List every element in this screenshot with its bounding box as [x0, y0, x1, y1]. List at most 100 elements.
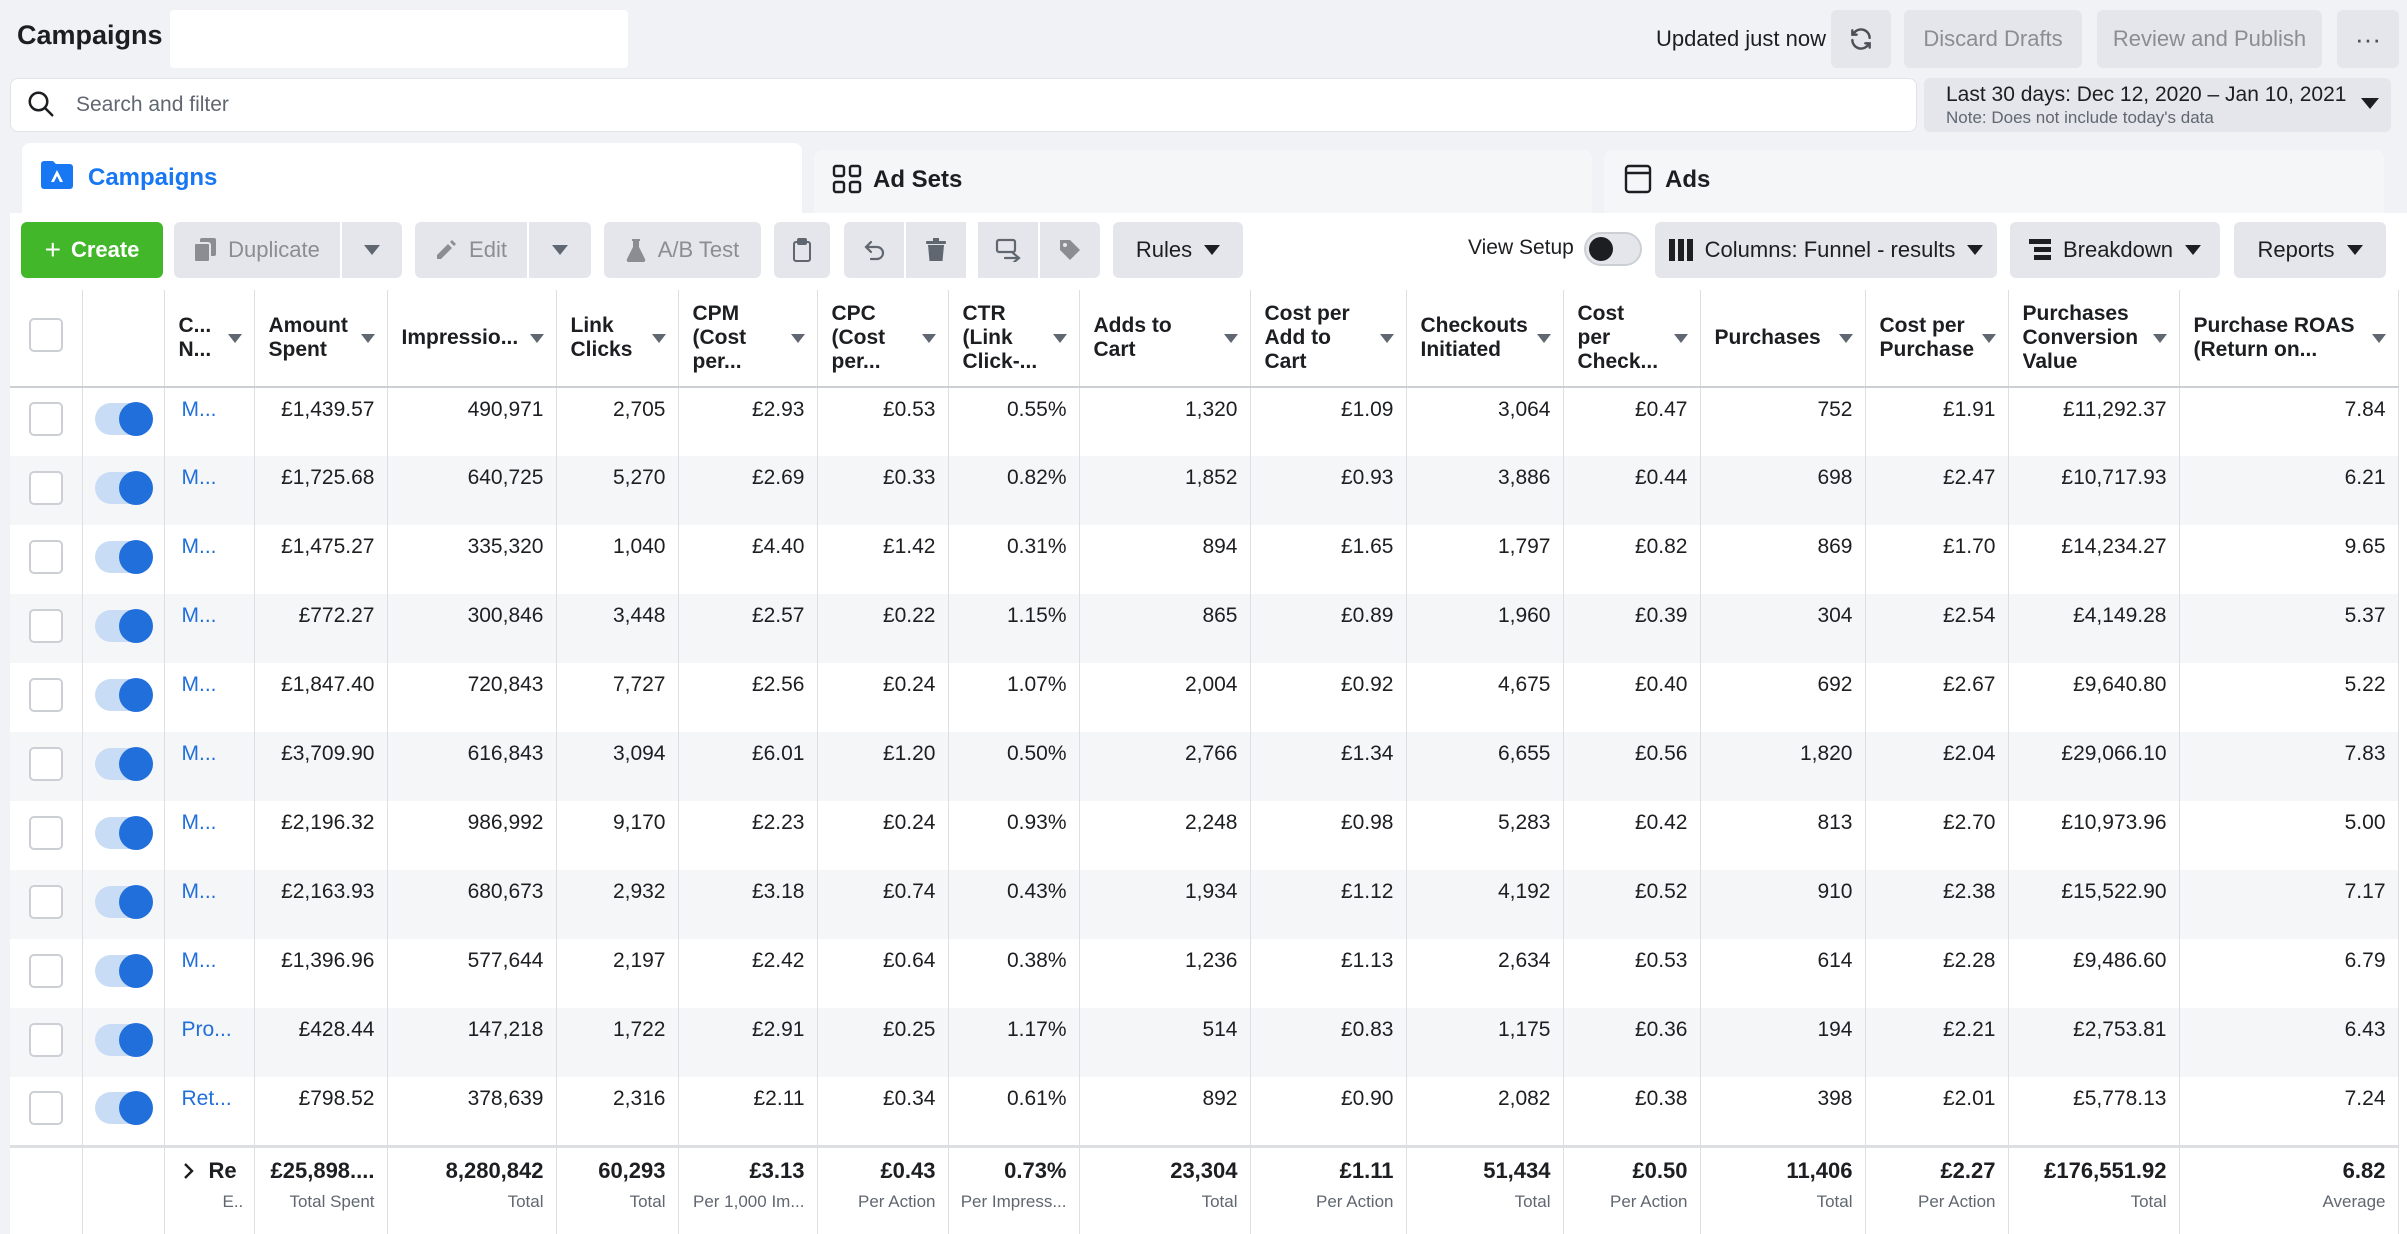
clipboard-button[interactable] [774, 222, 830, 278]
column-header[interactable]: Checkouts Initiated [1406, 290, 1564, 388]
refresh-button[interactable] [1831, 10, 1891, 68]
create-button[interactable]: + Create [21, 222, 163, 278]
sort-caret-icon[interactable] [529, 334, 544, 343]
column-header[interactable]: Adds to Cart [1079, 290, 1251, 388]
sort-caret-icon[interactable] [1379, 334, 1394, 343]
table-row[interactable]: M... £3,709.90 616,843 3,094 £6.01 £1.20 0.50%… [10, 732, 2399, 801]
row-checkbox[interactable] [28, 953, 63, 988]
campaign-on-off-toggle[interactable] [95, 884, 153, 919]
campaign-on-off-toggle[interactable] [95, 1022, 153, 1057]
column-header[interactable]: Link Clicks [556, 290, 679, 388]
delete-button[interactable] [906, 222, 966, 278]
campaign-name-link[interactable]: M... [164, 663, 255, 732]
sort-caret-icon[interactable] [790, 334, 805, 343]
campaign-name-link[interactable]: M... [164, 456, 255, 525]
campaign-name-link[interactable]: Ret... [164, 1077, 255, 1146]
column-header[interactable]: Cost per Check... Initiated [1563, 290, 1701, 388]
duplicate-button[interactable]: Duplicate [174, 222, 340, 278]
campaign-name-link[interactable]: M... [164, 801, 255, 870]
campaign-on-off-toggle[interactable] [95, 402, 153, 436]
column-header[interactable]: CPC (Cost per... [817, 290, 949, 388]
discard-drafts-button[interactable]: Discard Drafts [1904, 10, 2082, 68]
row-checkbox[interactable] [28, 677, 63, 712]
flask-icon [626, 239, 646, 262]
campaign-title-field[interactable] [170, 10, 628, 68]
edit-dropdown-button[interactable] [529, 222, 591, 278]
row-checkbox[interactable] [28, 608, 63, 643]
campaign-on-off-toggle[interactable] [95, 953, 153, 988]
sort-caret-icon[interactable] [227, 334, 242, 343]
sort-caret-icon[interactable] [651, 334, 666, 343]
row-checkbox[interactable] [28, 884, 63, 919]
sort-caret-icon[interactable] [1052, 334, 1067, 343]
column-header[interactable]: CTR (Link Click-... [948, 290, 1080, 388]
search-input[interactable] [76, 86, 1876, 124]
sort-caret-icon[interactable] [2371, 334, 2386, 343]
column-header[interactable]: Cost per Add to Cart [1250, 290, 1407, 388]
breakdown-button[interactable]: Breakdown [2010, 222, 2220, 278]
move-button[interactable] [978, 222, 1038, 278]
table-row[interactable]: M... £1,439.57 490,971 2,705 £2.93 £0.53 0.55%… [10, 387, 2399, 456]
campaign-name-link[interactable]: M... [164, 525, 255, 594]
row-checkbox[interactable] [28, 746, 63, 781]
sort-caret-icon[interactable] [1673, 334, 1688, 343]
table-row[interactable]: M... £1,396.96 577,644 2,197 £2.42 £0.64 0.38%… [10, 939, 2399, 1008]
more-options-button[interactable]: ··· [2337, 10, 2399, 68]
undo-button[interactable] [844, 222, 904, 278]
column-header[interactable]: Purchases Conversion Value [2008, 290, 2180, 388]
table-row[interactable]: M... £772.27 300,846 3,448 £2.57 £0.22 1.15% 86… [10, 594, 2399, 663]
duplicate-dropdown-button[interactable] [342, 222, 402, 278]
column-header[interactable]: Amount Spent [254, 290, 388, 388]
sort-caret-icon[interactable] [360, 334, 375, 343]
campaign-on-off-toggle[interactable] [95, 815, 153, 850]
tag-button[interactable] [1040, 222, 1100, 278]
ab-test-button[interactable]: A/B Test [604, 222, 761, 278]
column-header[interactable]: Impressio... [387, 290, 557, 388]
campaign-on-off-toggle[interactable] [95, 1090, 153, 1125]
campaign-name-link[interactable]: M... [164, 870, 255, 939]
campaign-on-off-toggle[interactable] [95, 470, 153, 505]
campaign-on-off-toggle[interactable] [95, 677, 153, 712]
sort-caret-icon[interactable] [1838, 334, 1853, 343]
column-header[interactable]: C... N... [164, 290, 255, 388]
campaign-name-link[interactable]: Pro... [164, 1008, 255, 1077]
chevron-down-icon [1204, 245, 1221, 255]
campaign-name-link[interactable]: M... [164, 594, 255, 663]
row-checkbox[interactable] [28, 1022, 63, 1057]
table-row[interactable]: M... £1,475.27 335,320 1,040 £4.40 £1.42 0.31%… [10, 525, 2399, 594]
campaign-name-link[interactable]: M... [164, 732, 255, 801]
edit-button[interactable]: Edit [415, 222, 527, 278]
campaign-name-link[interactable]: M... [164, 939, 255, 1008]
sort-caret-icon[interactable] [2152, 334, 2167, 343]
column-header[interactable]: CPM (Cost per... [678, 290, 818, 388]
campaign-on-off-toggle[interactable] [95, 539, 153, 574]
row-checkbox[interactable] [28, 1090, 63, 1125]
table-row[interactable]: M... £1,847.40 720,843 7,727 £2.56 £0.24 1.07%… [10, 663, 2399, 732]
column-header[interactable]: Purchase ROAS (Return on... [2179, 290, 2399, 388]
review-publish-button[interactable]: Review and Publish [2097, 10, 2322, 68]
sort-caret-icon[interactable] [1223, 334, 1238, 343]
select-all-checkbox[interactable] [28, 318, 63, 352]
columns-button[interactable]: Columns: Funnel - results [1655, 222, 1997, 278]
row-checkbox[interactable] [28, 402, 63, 436]
sort-caret-icon[interactable] [921, 334, 936, 343]
rules-button[interactable]: Rules [1113, 222, 1243, 278]
campaign-on-off-toggle[interactable] [95, 746, 153, 781]
row-checkbox[interactable] [28, 470, 63, 505]
campaign-name-link[interactable]: M... [164, 387, 255, 456]
sort-caret-icon[interactable] [1536, 334, 1551, 343]
table-row[interactable]: Ret... £798.52 378,639 2,316 £2.11 £0.34 0.61%… [10, 1077, 2399, 1146]
table-row[interactable]: M... £2,163.93 680,673 2,932 £3.18 £0.74 0.43%… [10, 870, 2399, 939]
reports-button[interactable]: Reports [2234, 222, 2386, 278]
table-row[interactable]: Pro... £428.44 147,218 1,722 £2.91 £0.25 1.17%… [10, 1008, 2399, 1077]
campaign-on-off-toggle[interactable] [95, 608, 153, 643]
sort-caret-icon[interactable] [1981, 334, 1996, 343]
column-header[interactable]: Cost per Purchase [1865, 290, 2009, 388]
row-checkbox[interactable] [28, 539, 63, 574]
table-row[interactable]: M... £2,196.32 986,992 9,170 £2.23 £0.24 0.93%… [10, 801, 2399, 870]
row-checkbox[interactable] [28, 815, 63, 850]
table-row[interactable]: M... £1,725.68 640,725 5,270 £2.69 £0.33 0.82%… [10, 456, 2399, 525]
chevron-right-icon[interactable] [183, 1162, 195, 1180]
tab-ads[interactable] [1604, 150, 2384, 213]
column-header[interactable]: Purchases [1700, 290, 1866, 388]
